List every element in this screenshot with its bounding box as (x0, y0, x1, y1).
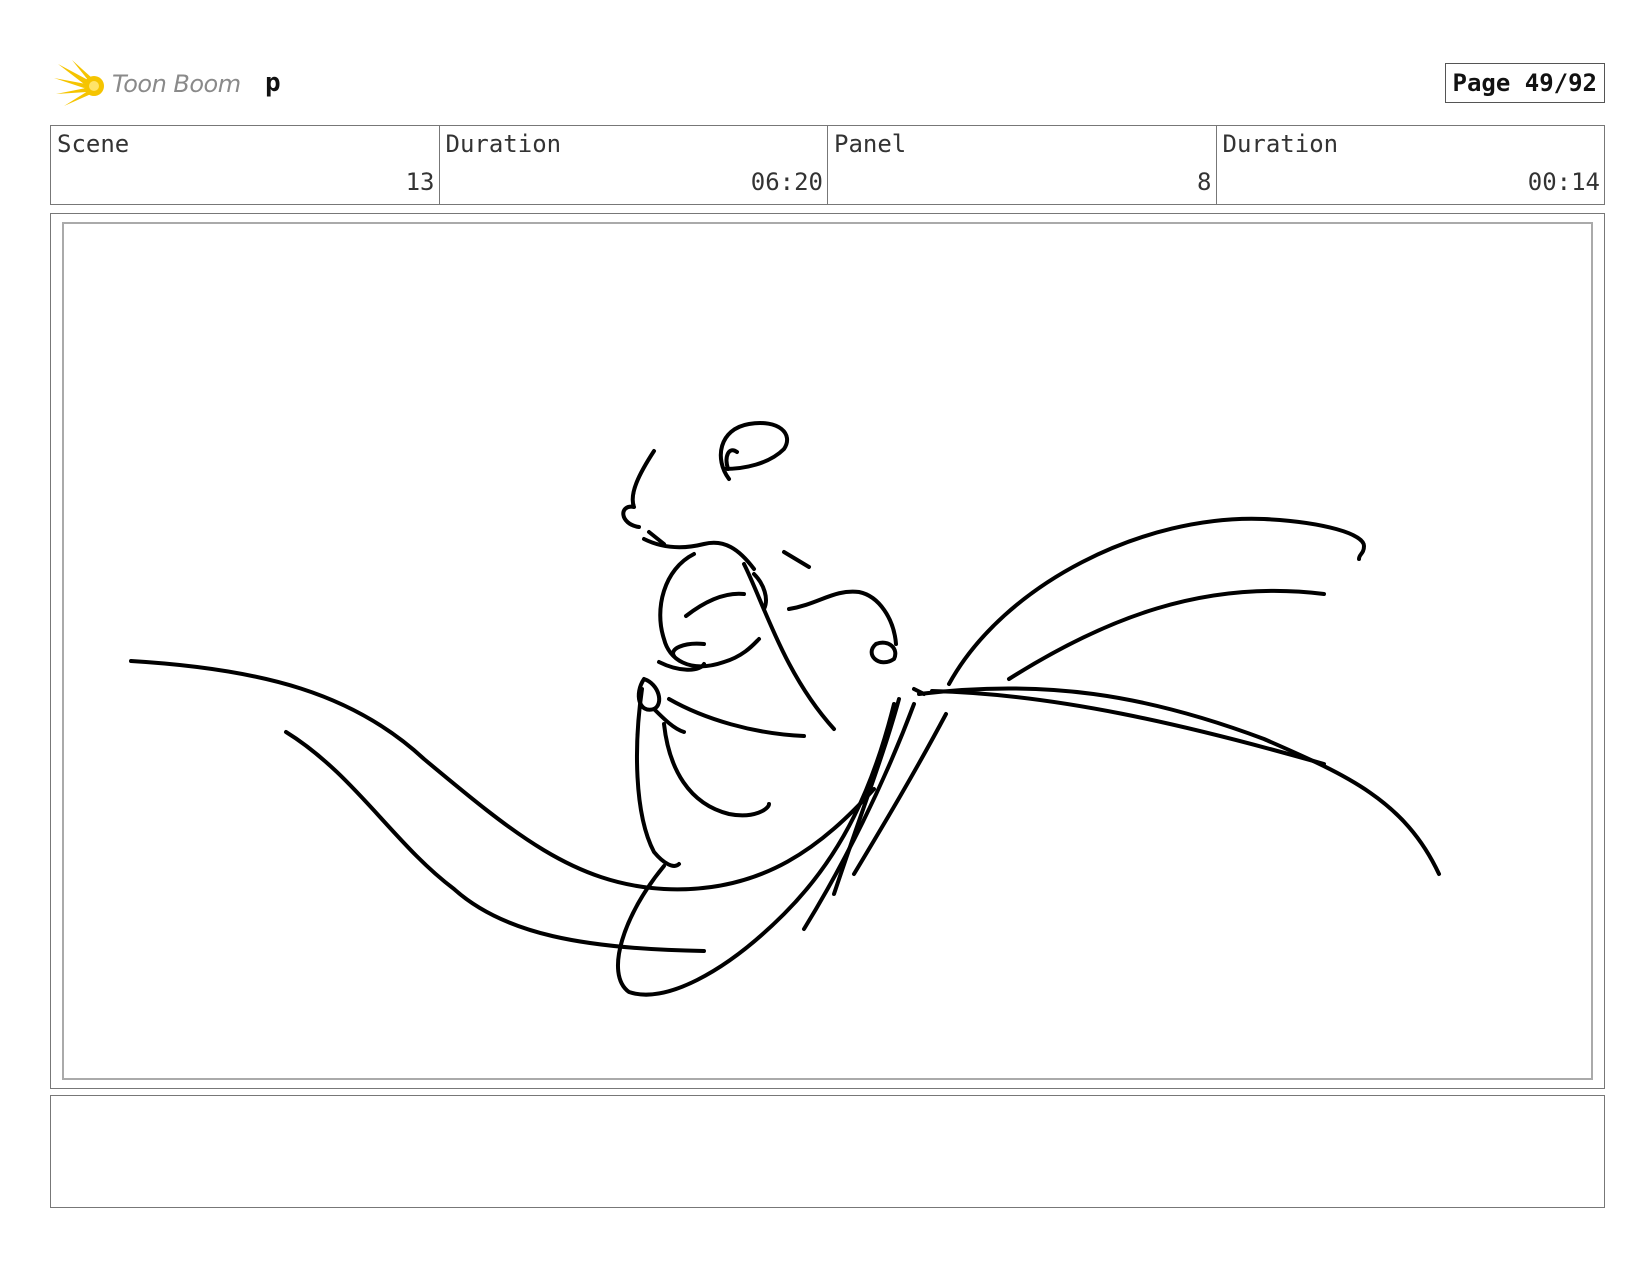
panel-frame (62, 222, 1593, 1080)
dialogue-notes-box[interactable] (50, 1095, 1605, 1208)
panel-duration-value: 00:14 (1527, 168, 1600, 196)
panel-cell: Panel 8 (828, 126, 1217, 204)
logo-text: Toon Boom (112, 70, 241, 98)
scene-duration-value: 06:20 (750, 168, 823, 196)
panel-duration-label: Duration (1222, 130, 1339, 158)
scene-duration-label: Duration (445, 130, 562, 158)
sketch-drawing (129, 421, 1441, 997)
scene-value: 13 (405, 168, 435, 196)
project-name: p (265, 68, 281, 98)
page-number: Page 49/92 (1444, 63, 1605, 103)
scene-label: Scene (57, 130, 130, 158)
panel-value: 8 (1197, 168, 1212, 196)
scene-cell: Scene 13 (51, 126, 440, 204)
scene-duration-cell: Duration 06:20 (440, 126, 828, 204)
storyboard-panel (50, 213, 1605, 1089)
panel-label: Panel (834, 130, 907, 158)
panel-duration-cell: Duration 00:14 (1217, 126, 1605, 204)
page-header: Toon Boom p Page 49/92 (50, 56, 1605, 112)
scene-info-row: Scene 13 Duration 06:20 Panel 8 Duration… (50, 125, 1605, 205)
starburst-icon (54, 60, 104, 106)
toon-boom-logo: Toon Boom (54, 58, 254, 110)
